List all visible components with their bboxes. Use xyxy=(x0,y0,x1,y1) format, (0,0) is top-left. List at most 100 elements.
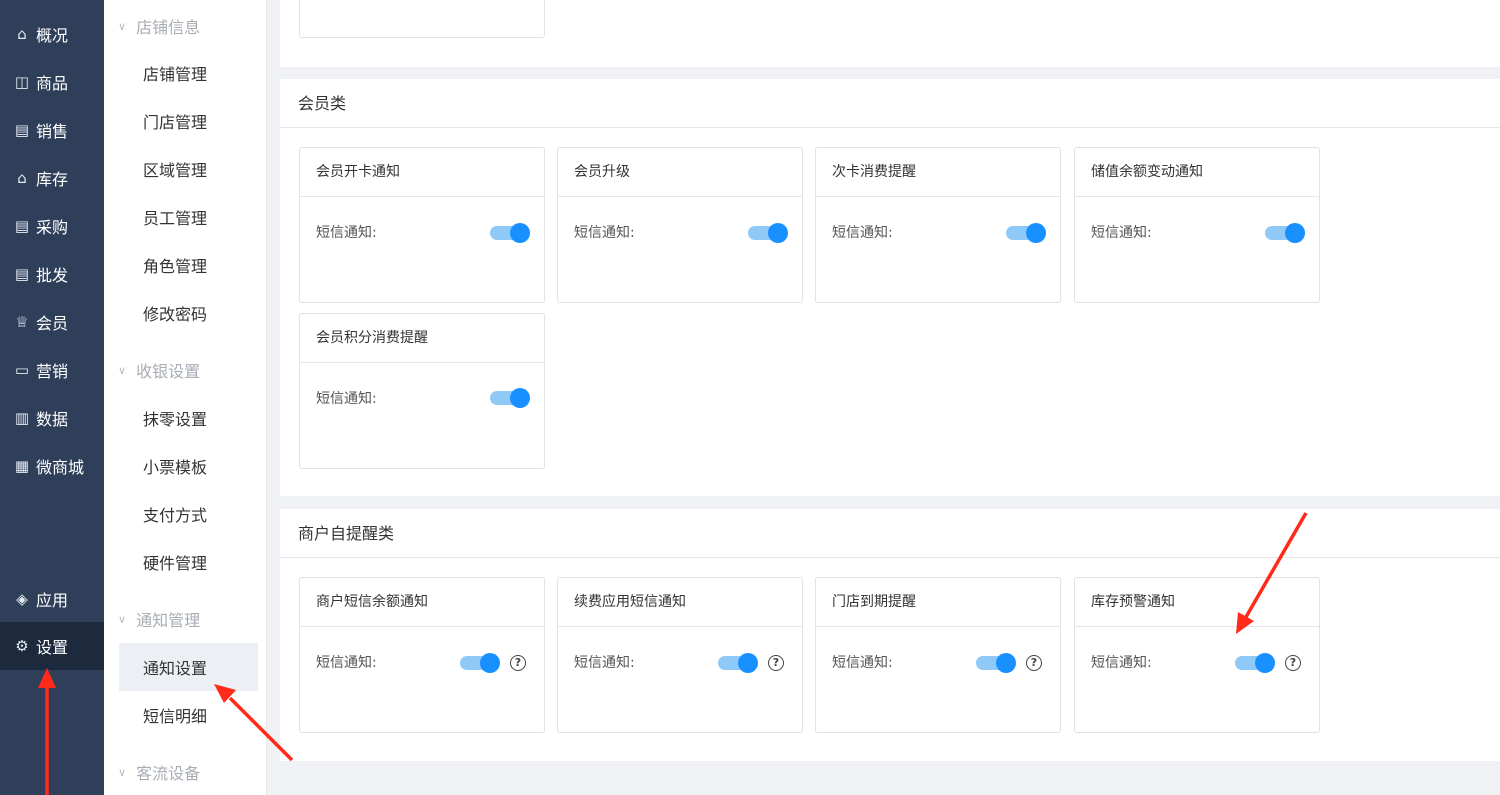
sms-toggle[interactable] xyxy=(460,653,500,673)
menu-group-label: 店铺信息 xyxy=(136,18,201,37)
card-title: 续费应用短信通知 xyxy=(558,578,802,627)
sms-toggle[interactable] xyxy=(976,653,1016,673)
nav-item-label: 营销 xyxy=(36,362,69,381)
card xyxy=(299,0,545,38)
chevron-down-icon: ∨ xyxy=(118,363,127,377)
help-icon[interactable]: ? xyxy=(768,655,784,671)
nav-item-marketing[interactable]: ▭ 营销 xyxy=(0,346,104,394)
menu-item-store-manage[interactable]: 店铺管理 xyxy=(119,49,258,97)
sms-label: 短信通知: xyxy=(316,391,377,407)
nav-item-label: 采购 xyxy=(36,218,69,237)
bag-icon: ◫ xyxy=(14,73,30,91)
warehouse-icon: ⌂ xyxy=(17,169,27,187)
sms-toggle[interactable] xyxy=(1235,653,1275,673)
section-title: 会员类 xyxy=(280,79,1500,128)
menu-group-label: 客流设备 xyxy=(136,764,201,783)
primary-nav: ⌂ 概况 ◫ 商品 ▤ 销售 ⌂ 库存 ▤ 采购 ▤ 批发 ♕ 会员 ▭ 营销 ▥ 数据 ▦ 微商城… xyxy=(0,0,104,795)
toggle-knob xyxy=(480,653,500,673)
card-title: 门店到期提醒 xyxy=(816,578,1060,627)
menu-group-cashier[interactable]: ∨ 收银设置 xyxy=(118,358,200,382)
sms-label: 短信通知: xyxy=(1091,655,1152,671)
nav-item-purchase[interactable]: ▤ 采购 xyxy=(0,202,104,250)
sms-toggle[interactable] xyxy=(718,653,758,673)
notify-card: 会员积分消费提醒 短信通知: xyxy=(299,313,545,469)
help-icon[interactable]: ? xyxy=(1026,655,1042,671)
menu-item-notify-settings[interactable]: 通知设置 xyxy=(119,643,258,691)
sms-toggle[interactable] xyxy=(1006,223,1046,243)
previous-section xyxy=(280,0,1500,67)
help-icon[interactable]: ? xyxy=(1285,655,1301,671)
receipt-icon: ▤ xyxy=(14,265,30,283)
toggle-knob xyxy=(768,223,788,243)
toggle-knob xyxy=(1026,223,1046,243)
nav-item-label: 批发 xyxy=(36,266,69,285)
card-title: 会员开卡通知 xyxy=(300,148,544,197)
nav-item-label: 库存 xyxy=(36,170,69,189)
sms-label: 短信通知: xyxy=(574,655,635,671)
nav-item-label: 销售 xyxy=(36,122,69,141)
menu-group-traffic[interactable]: ∨ 客流设备 xyxy=(118,760,200,784)
sms-toggle[interactable] xyxy=(490,223,530,243)
receipt-icon: ▤ xyxy=(14,121,30,139)
menu-item-hardware[interactable]: 硬件管理 xyxy=(119,538,258,586)
notify-card: 门店到期提醒 短信通知: ? xyxy=(815,577,1061,733)
notify-card: 商户短信余额通知 短信通知: ? xyxy=(299,577,545,733)
card-title: 会员升级 xyxy=(558,148,802,197)
card-title: 商户短信余额通知 xyxy=(300,578,544,627)
notify-card: 续费应用短信通知 短信通知: ? xyxy=(557,577,803,733)
sms-label: 短信通知: xyxy=(574,225,635,241)
nav-item-products[interactable]: ◫ 商品 xyxy=(0,58,104,106)
nav-item-data[interactable]: ▥ 数据 xyxy=(0,394,104,442)
menu-group-notify[interactable]: ∨ 通知管理 xyxy=(118,607,200,631)
nav-item-sales[interactable]: ▤ 销售 xyxy=(0,106,104,154)
nav-item-apps[interactable]: ◈ 应用 xyxy=(0,575,104,623)
nav-item-label: 设置 xyxy=(36,638,69,657)
notify-card: 会员开卡通知 短信通知: xyxy=(299,147,545,303)
toggle-knob xyxy=(996,653,1016,673)
help-icon[interactable]: ? xyxy=(510,655,526,671)
member-section: 会员类 会员开卡通知 短信通知: 会员升级 短信通知: 次卡消费提醒 短信通知:… xyxy=(280,79,1500,496)
menu-item-receipt-template[interactable]: 小票模板 xyxy=(119,442,258,490)
toggle-knob xyxy=(1255,653,1275,673)
menu-item-branch-manage[interactable]: 门店管理 xyxy=(119,97,258,145)
menu-group-label: 收银设置 xyxy=(136,362,201,381)
menu-item-payment-methods[interactable]: 支付方式 xyxy=(119,490,258,538)
menu-item-change-password[interactable]: 修改密码 xyxy=(119,289,258,337)
nav-item-members[interactable]: ♕ 会员 xyxy=(0,298,104,346)
crown-icon: ♕ xyxy=(15,313,29,331)
menu-group-store[interactable]: ∨ 店铺信息 xyxy=(118,14,200,38)
notify-card: 储值余额变动通知 短信通知: xyxy=(1074,147,1320,303)
nav-item-label: 应用 xyxy=(36,591,69,610)
sms-label: 短信通知: xyxy=(1091,225,1152,241)
sms-toggle[interactable] xyxy=(748,223,788,243)
chevron-down-icon: ∨ xyxy=(118,612,127,626)
sms-toggle[interactable] xyxy=(490,388,530,408)
nav-item-label: 商品 xyxy=(36,74,69,93)
settings-menu: ∨ 店铺信息 店铺管理 门店管理 区域管理 员工管理 角色管理 修改密码 ∨ 收银设… xyxy=(104,0,267,795)
notify-card: 会员升级 短信通知: xyxy=(557,147,803,303)
overview-icon: ⌂ xyxy=(17,25,27,43)
card-icon: ▭ xyxy=(14,361,30,379)
menu-item-role-manage[interactable]: 角色管理 xyxy=(119,241,258,289)
notify-card: 库存预警通知 短信通知: ? xyxy=(1074,577,1320,733)
toggle-knob xyxy=(510,223,530,243)
nav-item-label: 微商城 xyxy=(36,458,85,477)
menu-item-region-manage[interactable]: 区域管理 xyxy=(119,145,258,193)
menu-item-sms-details[interactable]: 短信明细 xyxy=(119,691,258,739)
sms-toggle[interactable] xyxy=(1265,223,1305,243)
notify-card: 次卡消费提醒 短信通知: xyxy=(815,147,1061,303)
menu-item-staff-manage[interactable]: 员工管理 xyxy=(119,193,258,241)
nav-item-overview[interactable]: ⌂ 概况 xyxy=(0,10,104,58)
section-title: 商户自提醒类 xyxy=(280,509,1500,558)
nav-item-microstore[interactable]: ▦ 微商城 xyxy=(0,442,104,490)
menu-group-label: 通知管理 xyxy=(136,611,201,630)
nav-item-inventory[interactable]: ⌂ 库存 xyxy=(0,154,104,202)
merchant-section: 商户自提醒类 商户短信余额通知 短信通知: ? 续费应用短信通知 短信通知: ?… xyxy=(280,509,1500,761)
bar-chart-icon: ▥ xyxy=(14,409,30,427)
menu-item-rounding[interactable]: 抹零设置 xyxy=(119,394,258,442)
nav-item-settings[interactable]: ⚙ 设置 xyxy=(0,622,104,670)
toggle-knob xyxy=(510,388,530,408)
nav-item-wholesale[interactable]: ▤ 批发 xyxy=(0,250,104,298)
toggle-knob xyxy=(1285,223,1305,243)
receipt-icon: ▤ xyxy=(14,217,30,235)
